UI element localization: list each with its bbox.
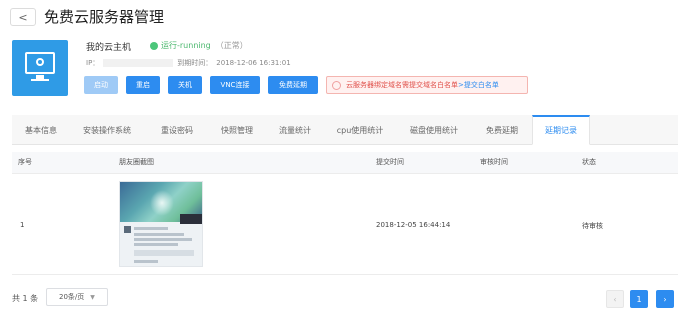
free-extend-button[interactable]: 免费延期 <box>268 76 318 94</box>
status-note: （正常） <box>215 41 248 50</box>
page-size-select[interactable]: 20条/页 ▼ <box>46 288 108 306</box>
tab-free-extend[interactable]: 免费延期 <box>474 115 530 145</box>
page-1-button[interactable]: 1 <box>630 290 648 308</box>
status-dot-icon <box>150 41 158 50</box>
tab-disk-stats[interactable]: 磁盘使用统计 <box>398 115 470 145</box>
ip-masked-value <box>103 59 174 67</box>
moments-screenshot-thumbnail[interactable] <box>119 181 203 267</box>
tab-cpu-stats[interactable]: cpu使用统计 <box>326 115 394 145</box>
row-submit-time: 2018-12-05 16:44:14 <box>376 221 451 229</box>
col-screenshot: 朋友圈截图 <box>119 158 154 166</box>
col-review-time: 审核时间 <box>480 158 508 166</box>
col-index: 序号 <box>18 158 32 166</box>
tab-extend-records[interactable]: 延期记录 <box>532 115 590 145</box>
notice-text: 云服务器绑定域名需提交域名白名单 <box>346 81 458 89</box>
tab-install-os[interactable]: 安装操作系统 <box>70 115 144 145</box>
tab-traffic-stats[interactable]: 流量统计 <box>268 115 322 145</box>
row-index: 1 <box>20 221 25 229</box>
shutdown-button[interactable]: 关机 <box>168 76 202 94</box>
ip-expiry-line: IP： 到期时间： 2018-12-06 16:31:01 <box>86 58 291 68</box>
server-status: 运行-running （正常） <box>150 40 248 51</box>
col-submit-time: 提交时间 <box>376 158 404 166</box>
whitelist-notice: 云服务器绑定域名需提交域名白名单>提交白名单 <box>326 76 528 94</box>
ip-label: IP： <box>86 59 100 67</box>
server-name: 我的云主机 <box>86 43 132 53</box>
start-button[interactable]: 启动 <box>84 76 118 94</box>
prev-page-button[interactable]: ‹ <box>606 290 624 308</box>
back-icon: < <box>18 10 28 24</box>
restart-button[interactable]: 重启 <box>126 76 160 94</box>
table-header <box>12 152 678 174</box>
chevron-down-icon: ▼ <box>90 293 95 301</box>
expiry-label: 到期时间： <box>177 59 213 67</box>
row-status: 待审核 <box>582 222 603 230</box>
tab-reset-password[interactable]: 重设密码 <box>150 115 204 145</box>
row-divider <box>12 274 678 275</box>
vnc-button[interactable]: VNC连接 <box>210 76 260 94</box>
lightbulb-icon <box>332 80 341 90</box>
col-status: 状态 <box>582 158 596 166</box>
server-monitor-icon <box>12 40 68 96</box>
page-size-value: 20条/页 <box>59 293 85 301</box>
tab-snapshot[interactable]: 快照管理 <box>210 115 264 145</box>
total-count: 共 1 条 <box>12 294 39 303</box>
back-button[interactable]: < <box>10 8 36 26</box>
submit-whitelist-link[interactable]: >提交白名单 <box>458 81 499 89</box>
status-text: 运行-running <box>161 41 211 50</box>
next-page-button[interactable]: › <box>656 290 674 308</box>
page-title: 免费云服务器管理 <box>44 8 165 26</box>
tab-basic-info[interactable]: 基本信息 <box>16 115 66 145</box>
expiry-value: 2018-12-06 16:31:01 <box>216 59 291 67</box>
